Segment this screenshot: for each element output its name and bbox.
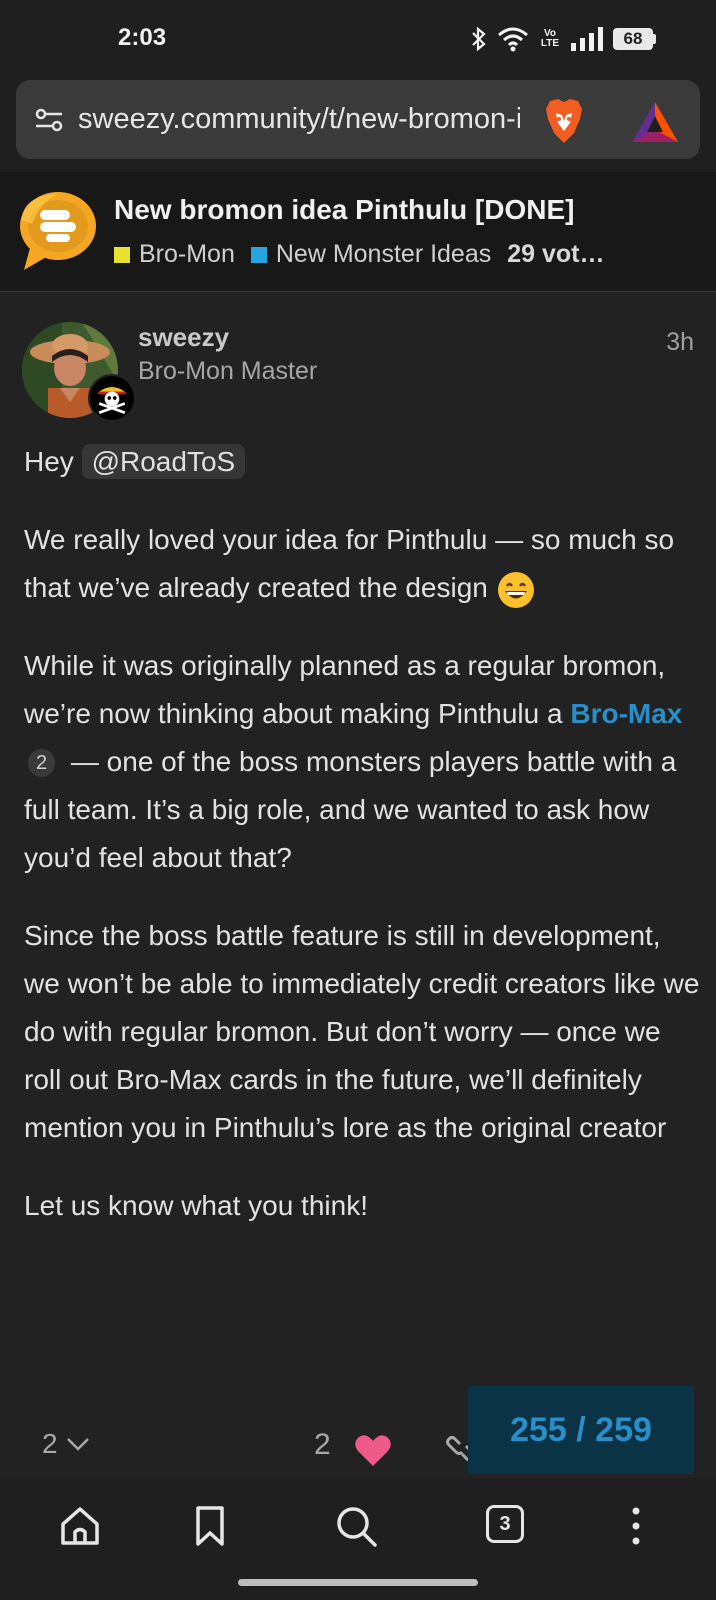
category-color-square (250, 246, 267, 263)
replies-count: 2 (42, 1428, 58, 1459)
paragraph-1: We really loved your idea for Pinthulu —… (24, 516, 700, 612)
gesture-bar[interactable] (238, 1579, 478, 1586)
search-icon[interactable] (334, 1504, 378, 1548)
grinning-emoji-icon (497, 571, 534, 608)
topic-title[interactable]: New bromon idea Pinthulu [DONE] (114, 194, 574, 226)
user-title: Bro-Mon Master (138, 357, 318, 385)
category-color-square (114, 246, 130, 263)
heart-icon[interactable] (354, 1434, 392, 1468)
chevron-down-icon (66, 1438, 89, 1451)
status-bar: 2:03 Vo LTE 68 (0, 0, 716, 72)
paragraph-2-text-after: — one of the boss monsters players battl… (24, 746, 677, 873)
votes-count: 29 vot… (507, 240, 605, 268)
category-badge-bro-mon[interactable]: Bro-Mon (114, 240, 235, 269)
username[interactable]: sweezy (138, 322, 229, 353)
paragraph-1-text: We really loved your idea for Pinthulu —… (24, 524, 675, 603)
site-logo-icon[interactable] (18, 190, 98, 272)
volte-label: Vo LTE (540, 28, 560, 49)
paragraph-3: Since the boss battle feature is still i… (24, 920, 700, 1143)
status-time: 2:03 (118, 24, 167, 51)
category-label: New Monster Ideas (275, 240, 492, 268)
greeting-paragraph: Hey @RoadToS (24, 438, 700, 486)
screen: 2:03 Vo LTE 68 sweezy.community/t/new-br… (0, 0, 716, 1600)
home-icon[interactable] (58, 1504, 102, 1548)
status-icons: Vo LTE 68 (471, 26, 656, 52)
bat-rewards-icon[interactable] (630, 100, 680, 144)
wifi-icon (498, 27, 528, 52)
link-click-count: 2 (28, 749, 56, 777)
url-text[interactable]: sweezy.community/t/new-bromon-idea-pinth… (78, 103, 520, 136)
battery-indicator: 68 (613, 28, 656, 50)
brave-shield-icon[interactable] (542, 97, 586, 145)
site-settings-icon[interactable] (34, 105, 64, 135)
bro-max-link[interactable]: Bro-Max (570, 698, 682, 729)
tabs-button[interactable]: 3 (486, 1505, 524, 1543)
signal-icon (571, 27, 603, 51)
topic-header: New bromon idea Pinthulu [DONE] Bro-Mon … (0, 172, 716, 292)
gesture-area (0, 1570, 716, 1600)
topic-meta: Bro-Mon New Monster Ideas 29 vot… (114, 240, 714, 269)
bookmark-icon[interactable] (188, 1504, 232, 1548)
greeting-text: Hey (24, 446, 74, 477)
more-icon[interactable] (614, 1504, 658, 1548)
paragraph-4: Let us know what you think! (24, 1190, 368, 1221)
like-count: 2 (314, 1428, 331, 1461)
browser-bottom-nav: 3 (0, 1478, 716, 1570)
user-mention[interactable]: @RoadToS (81, 444, 246, 479)
address-bar[interactable]: sweezy.community/t/new-bromon-idea-pinth… (16, 80, 700, 159)
browser-toolbar: sweezy.community/t/new-bromon-idea-pinth… (0, 72, 716, 172)
battery-level: 68 (613, 28, 653, 50)
topic-progress[interactable]: 255 / 259 (468, 1386, 694, 1474)
bluetooth-icon (472, 26, 486, 52)
user-flair-icon (88, 374, 136, 422)
category-badge-new-monster-ideas[interactable]: New Monster Ideas (250, 240, 492, 269)
show-replies-button[interactable]: 2 (42, 1428, 90, 1460)
post-time[interactable]: 3h (666, 328, 694, 357)
post-body: Hey @RoadToS We really loved your idea f… (24, 438, 700, 1260)
category-label: Bro-Mon (139, 240, 235, 268)
paragraph-2: While it was originally planned as a reg… (24, 642, 700, 882)
